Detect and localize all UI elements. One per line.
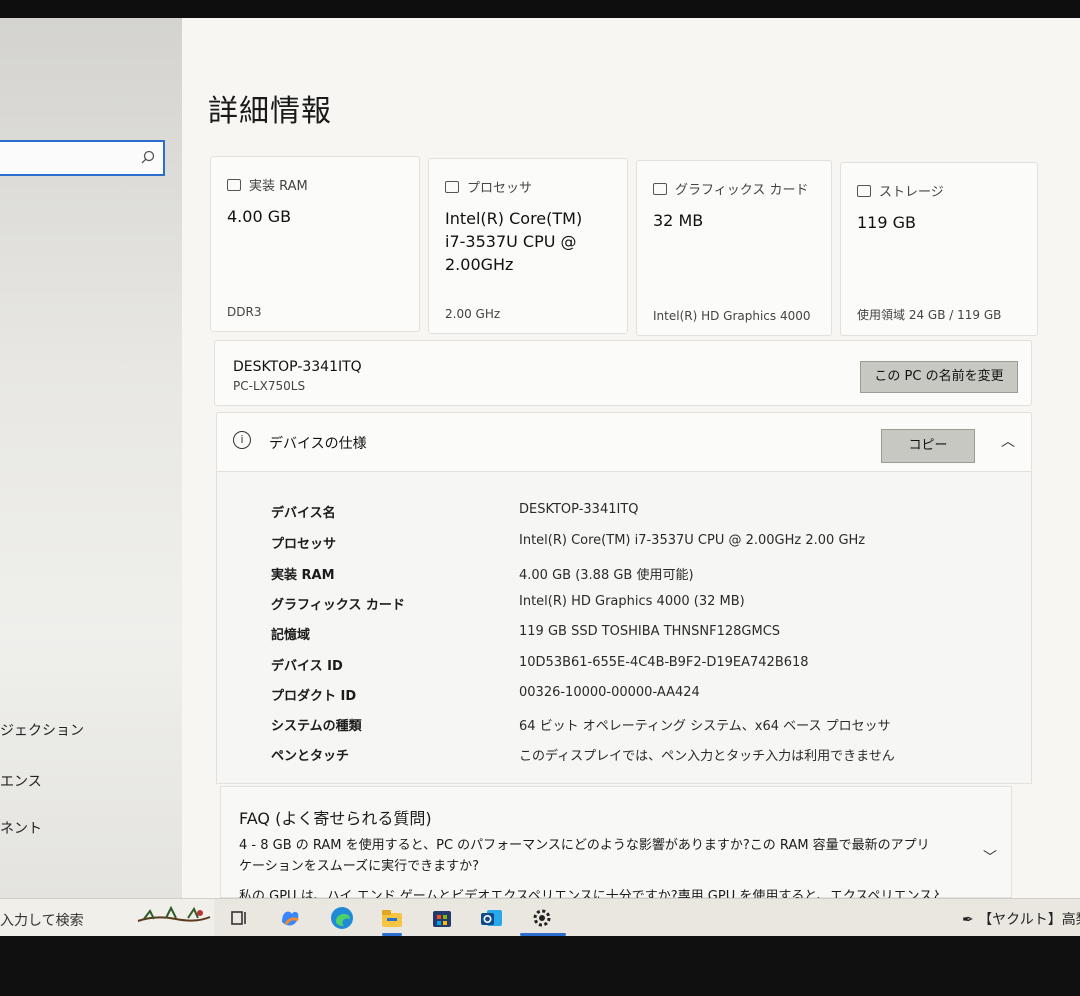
card-processor: プロセッサ Intel(R) Core(TM) i7-3537U CPU @ 2…: [428, 158, 628, 334]
sidebar: ジェクション エンス ネント: [0, 18, 182, 898]
spec-value: 4.00 GB (3.88 GB 使用可能): [519, 568, 694, 583]
sidebar-item-projection[interactable]: ジェクション: [0, 720, 84, 740]
settings-icon[interactable]: [528, 904, 556, 932]
spec-value: Intel(R) HD Graphics 4000 (32 MB): [519, 594, 745, 609]
spec-value: 119 GB SSD TOSHIBA THNSNF128GMCS: [519, 624, 781, 639]
spec-value: DESKTOP-3341ITQ: [519, 502, 639, 517]
pc-name: DESKTOP-3341ITQ: [233, 359, 362, 375]
search-icon: [141, 150, 155, 164]
spec-key: プロセッサ: [271, 537, 337, 552]
search-highlight-pine-icon: [137, 905, 211, 922]
card-processor-header: プロセッサ: [445, 177, 532, 196]
card-ram-value: 4.00 GB: [227, 207, 292, 226]
spec-row: プロセッサ Intel(R) Core(TM) i7-3537U CPU @ 2…: [217, 533, 1033, 563]
monitor-bezel-bottom: [0, 936, 1080, 996]
outlook-icon[interactable]: [478, 904, 506, 932]
spec-key: プロダクト ID: [271, 689, 357, 704]
storage-icon: [857, 184, 871, 197]
file-explorer-icon[interactable]: [378, 904, 406, 932]
page-title: 詳細情報: [208, 94, 332, 129]
chevron-up-icon[interactable]: ︿: [1001, 431, 1017, 450]
card-graphics-value: 32 MB: [653, 211, 704, 230]
screen: ジェクション エンス ネント 詳細情報 実装 RAM 4.00 GB DDR3 …: [0, 18, 1080, 936]
spec-value: Intel(R) Core(TM) i7-3537U CPU @ 2.00GHz…: [519, 533, 866, 548]
spec-row: 実装 RAM 4.00 GB (3.88 GB 使用可能): [217, 564, 1033, 594]
card-graphics-header: グラフィックス カード: [653, 179, 808, 198]
info-icon: i: [233, 431, 251, 449]
faq-question-ram[interactable]: 4 - 8 GB の RAM を使用すると、PC のパフォーマンスにどのような影…: [239, 835, 939, 877]
taskbar-news-text: 【ヤクルト】高梨: [978, 912, 1080, 928]
spec-row: 記憶域 119 GB SSD TOSHIBA THNSNF128GMCS: [217, 624, 1033, 654]
card-ram-label: 実装 RAM: [249, 179, 308, 194]
device-spec-header[interactable]: i デバイスの仕様 コピー ︿: [216, 412, 1032, 472]
card-processor-value: Intel(R) Core(TM) i7-3537U CPU @ 2.00GHz: [445, 209, 583, 274]
pen-icon: ✒: [962, 912, 974, 928]
spec-row: システムの種類 64 ビット オペレーティング システム、x64 ベース プロセ…: [217, 715, 1033, 745]
card-storage-label: ストレージ: [879, 185, 944, 200]
spec-row: グラフィックス カード Intel(R) HD Graphics 4000 (3…: [217, 594, 1033, 624]
main-content: 詳細情報 実装 RAM 4.00 GB DDR3 プロセッサ Intel(R) …: [182, 18, 1080, 904]
store-icon[interactable]: [428, 904, 456, 932]
spec-key: 記憶域: [271, 628, 311, 643]
spec-value: 10D53B61-655E-4C4B-B9F2-D19EA742B618: [519, 655, 809, 670]
spec-row: デバイス名 DESKTOP-3341ITQ: [217, 502, 1033, 532]
spec-row: ペンとタッチ このディスプレイでは、ペン入力とタッチ入力は利用できません: [217, 745, 1033, 775]
taskbar-search-text: 入力して検索: [0, 913, 84, 929]
card-storage-header: ストレージ: [857, 181, 944, 200]
spec-value: このディスプレイでは、ペン入力とタッチ入力は利用できません: [519, 749, 895, 764]
settings-search-input[interactable]: [0, 140, 165, 176]
device-spec-title: デバイスの仕様: [269, 436, 367, 452]
spec-key: システムの種類: [271, 719, 362, 734]
spec-key: 実装 RAM: [271, 568, 335, 583]
device-spec-body: デバイス名 DESKTOP-3341ITQ プロセッサ Intel(R) Cor…: [216, 472, 1032, 784]
spec-key: グラフィックス カード: [271, 598, 405, 613]
sidebar-item-component[interactable]: ネント: [0, 818, 42, 838]
card-graphics-sub: Intel(R) HD Graphics 4000: [653, 309, 811, 323]
spec-key: デバイス ID: [271, 659, 343, 674]
copilot-icon[interactable]: [276, 904, 304, 932]
memory-icon: [227, 178, 241, 191]
card-graphics: グラフィックス カード 32 MB Intel(R) HD Graphics 4…: [636, 160, 832, 336]
chevron-down-icon[interactable]: ﹀: [983, 847, 997, 867]
card-graphics-label: グラフィックス カード: [675, 183, 809, 198]
spec-row: プロダクト ID 00326-10000-00000-AA424: [217, 685, 1033, 715]
card-processor-label: プロセッサ: [467, 181, 533, 196]
card-ram: 実装 RAM 4.00 GB DDR3: [210, 156, 420, 332]
card-storage-value: 119 GB: [857, 213, 916, 232]
pc-name-panel: DESKTOP-3341ITQ PC-LX750LS この PC の名前を変更: [214, 340, 1032, 406]
card-ram-sub: DDR3: [227, 305, 262, 319]
processor-icon: [445, 180, 459, 193]
display-icon: [653, 182, 667, 195]
card-processor-sub: 2.00 GHz: [445, 307, 501, 321]
edge-icon[interactable]: [328, 904, 356, 932]
card-ram-header: 実装 RAM: [227, 175, 308, 194]
faq-title: FAQ (よく寄せられる質問): [239, 809, 432, 828]
sidebar-item-license[interactable]: エンス: [0, 771, 42, 791]
card-storage: ストレージ 119 GB 使用領域 24 GB / 119 GB: [840, 162, 1038, 336]
card-storage-sub: 使用領域 24 GB / 119 GB: [857, 308, 1002, 322]
spec-value: 64 ビット オペレーティング システム、x64 ベース プロセッサ: [519, 719, 891, 734]
spec-key: ペンとタッチ: [271, 749, 350, 764]
spec-key: デバイス名: [271, 506, 336, 521]
taskbar-news-widget[interactable]: ✒ 【ヤクルト】高梨: [962, 909, 1080, 929]
taskbar: 入力して検索 ✒ 【ヤクルト】高梨: [0, 898, 1080, 936]
task-view-icon[interactable]: [226, 904, 254, 932]
rename-pc-button[interactable]: この PC の名前を変更: [860, 361, 1018, 393]
spec-row: デバイス ID 10D53B61-655E-4C4B-B9F2-D19EA742…: [217, 655, 1033, 685]
copy-button[interactable]: コピー: [881, 429, 975, 463]
spec-value: 00326-10000-00000-AA424: [519, 685, 700, 700]
faq-section: FAQ (よく寄せられる質問) 4 - 8 GB の RAM を使用すると、PC…: [220, 786, 1012, 904]
pc-model: PC-LX750LS: [233, 379, 306, 393]
taskbar-search[interactable]: 入力して検索: [0, 899, 214, 936]
